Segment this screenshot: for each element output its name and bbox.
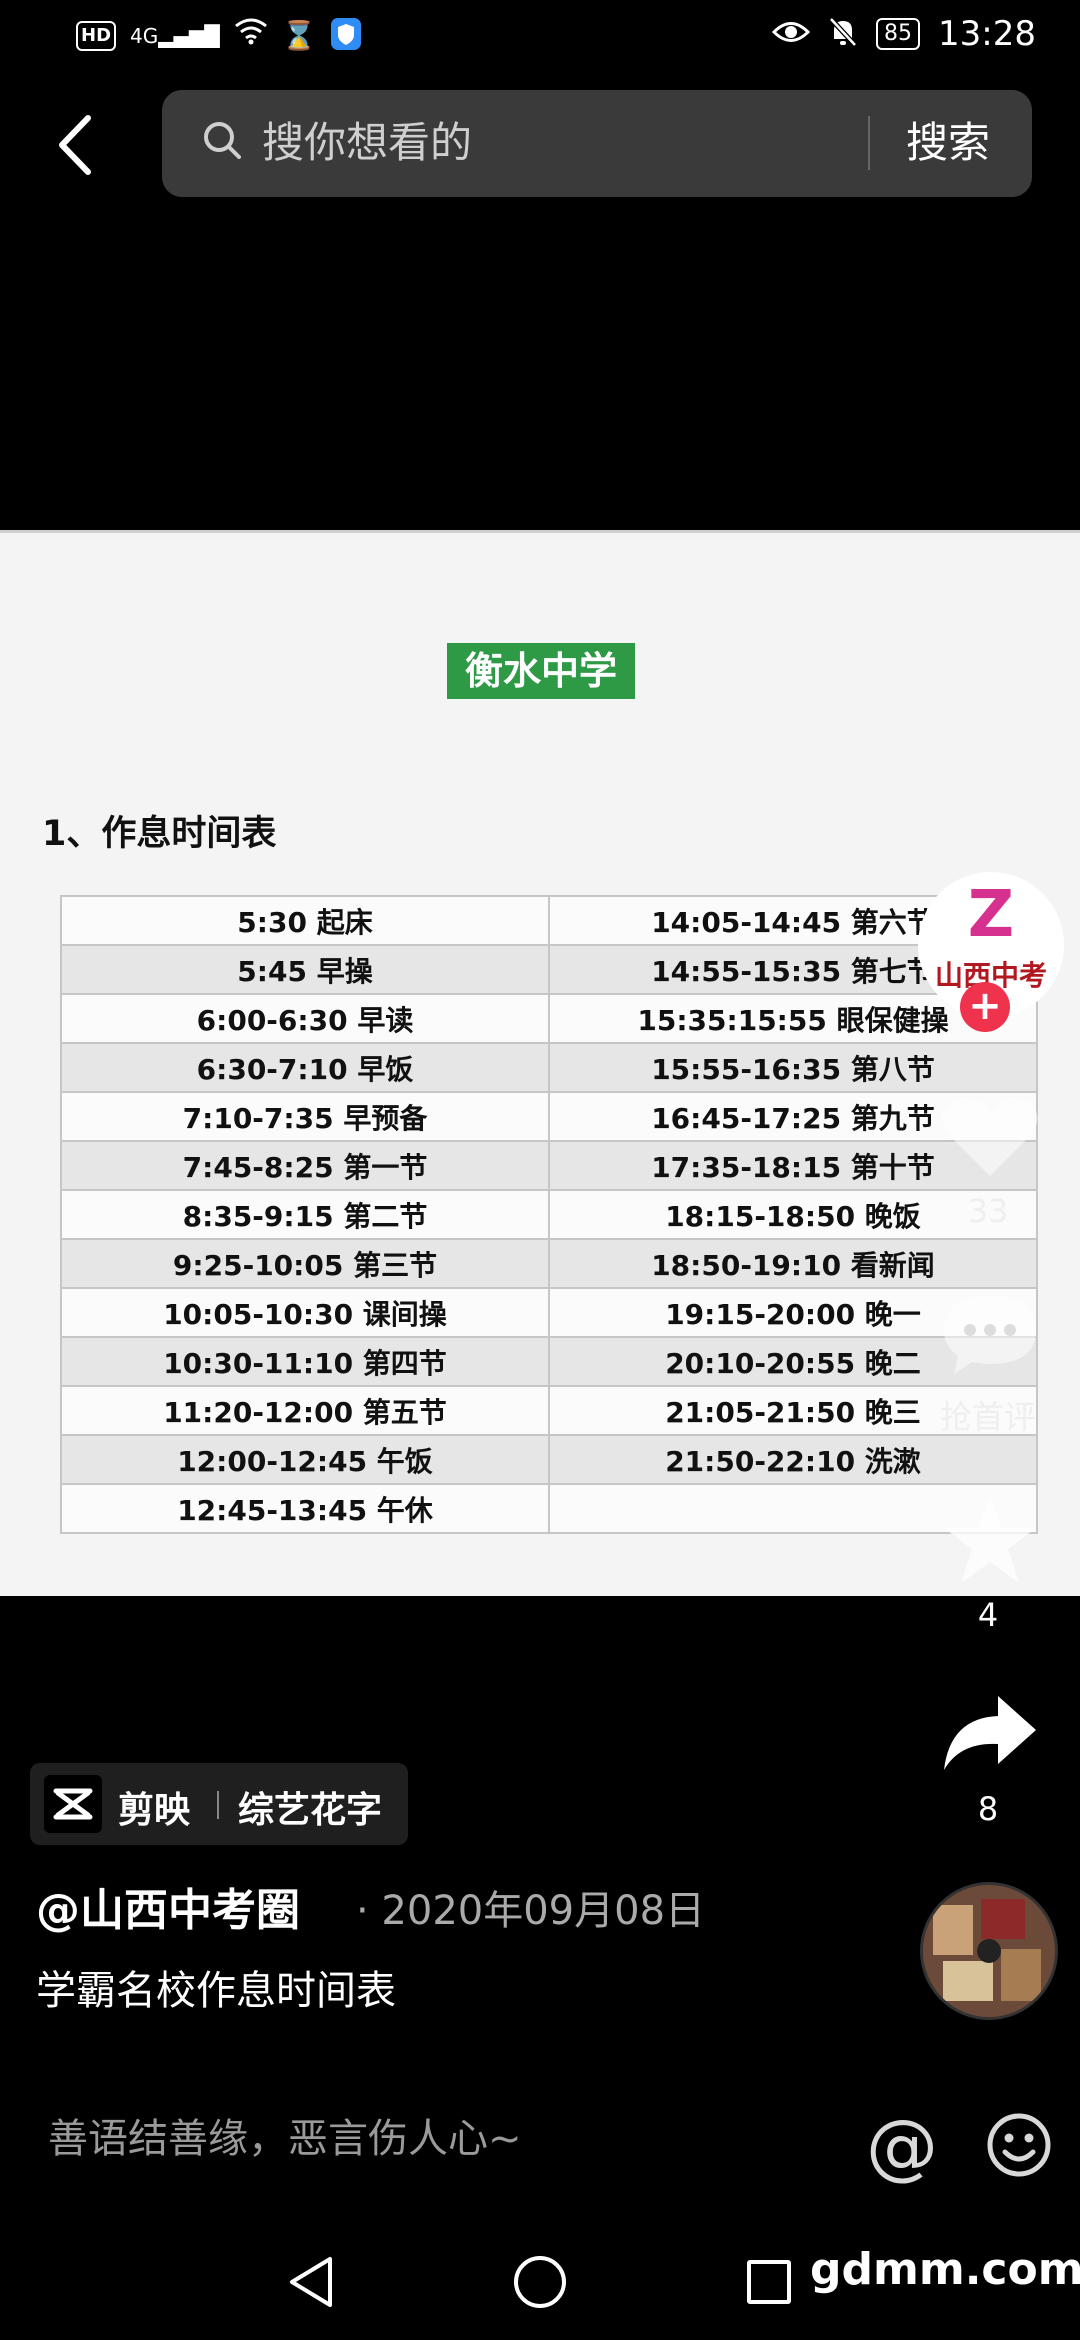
like-count: 33 [967,1192,1009,1230]
triangle-back-icon [290,2257,332,2307]
schedule-cell-morning: 9:25-10:05 第三节 [60,1238,550,1289]
schedule-cell-morning: 12:45-13:45 午休 [60,1483,550,1534]
schedule-table: 5:30 起床 14:05-14:45 第六节 5:45 早操 14:55-15:35… [60,895,1038,1534]
nav-back-button[interactable] [288,2255,336,2309]
comment-bubble-icon [944,1296,1036,1374]
schedule-cell-morning: 8:35-9:15 第二节 [60,1189,550,1240]
emoji-button[interactable] [986,2112,1052,2178]
watermark: gdmm.com [810,2244,1080,2295]
section-heading: 1、作息时间表 [42,814,277,854]
comment-label: 抢首评 [939,1398,1036,1436]
schedule-cell-morning: 7:45-8:25 第一节 [60,1140,550,1191]
table-row: 12:45-13:45 午休 [60,1483,1038,1534]
schedule-cell-morning: 7:10-7:35 早预备 [60,1091,550,1142]
back-arrow-icon [59,115,91,175]
table-row: 5:45 早操 14:55-15:35 第七节 [60,944,1038,995]
status-left: HD 4G▂▄▆█ ⌛ [76,16,361,56]
table-row: 10:05-10:30 课间操 19:15-20:00 晚一 [60,1287,1038,1338]
tag-style-name: 综艺花字 [238,1790,383,1831]
battery-level: 85 [876,18,921,50]
schedule-cell-afternoon: 15:55-16:35 第八节 [548,1042,1038,1093]
nav-home-button[interactable] [514,2256,566,2308]
network-type: 4G [130,24,159,48]
schedule-cell-afternoon: 21:50-22:10 洗漱 [548,1434,1038,1485]
post-date: · 2020年09月08日 [356,1888,706,1934]
security-shield-icon [330,18,361,54]
table-row: 6:00-6:30 早读 15:35:15:55 眼保健操 [60,993,1038,1044]
status-bar: HD 4G▂▄▆█ ⌛ 85 13:28 [0,0,1080,72]
schedule-cell-morning: 6:00-6:30 早读 [60,993,550,1044]
school-title: 衡水中学 [447,643,635,699]
author-name[interactable]: @山西中考圈 [36,1874,300,1938]
hd-badge: HD [76,21,117,51]
nav-recents-button[interactable] [747,2260,791,2304]
share-button[interactable] [940,1690,1040,1774]
tag-app-name: 剪映 [118,1790,191,1831]
heart-icon [942,1097,1038,1176]
schedule-cell-morning: 12:00-12:45 午饭 [60,1434,550,1485]
signal-icon: 4G▂▄▆█ [130,16,220,56]
wifi-icon [234,16,268,56]
schedule-cell-morning: 11:20-12:00 第五节 [60,1385,550,1436]
favorite-count: 4 [977,1596,999,1634]
capcut-tag[interactable]: 剪映 综艺花字 [30,1763,408,1845]
schedule-cell-morning: 10:30-11:10 第四节 [60,1336,550,1387]
table-row: 6:30-7:10 早饭 15:55-16:35 第八节 [60,1042,1038,1093]
table-row: 7:45-8:25 第一节 17:35-18:15 第十节 [60,1140,1038,1191]
back-button[interactable] [50,110,110,180]
mute-bell-icon [828,16,858,52]
signal-bars-icon: ▂▄▆█ [158,24,220,48]
table-row: 8:35-9:15 第二节 18:15-18:50 晚饭 [60,1189,1038,1240]
star-icon [944,1496,1036,1583]
table-row: 5:30 起床 14:05-14:45 第六节 [60,895,1038,946]
follow-button[interactable]: + [960,982,1010,1032]
search-divider [868,116,870,170]
hourglass-icon: ⌛ [281,19,317,52]
table-row: 11:20-12:00 第五节 21:05-21:50 晚三 [60,1385,1038,1436]
comment-button[interactable] [940,1292,1040,1376]
schedule-cell-morning: 10:05-10:30 课间操 [60,1287,550,1338]
share-count: 8 [977,1790,999,1828]
table-row: 9:25-10:05 第三节 18:50-19:10 看新闻 [60,1238,1038,1289]
schedule-cell-afternoon: 18:50-19:10 看新闻 [548,1238,1038,1289]
music-disc-avatar[interactable] [920,1882,1058,2020]
tag-separator [217,1791,219,1819]
like-button[interactable] [940,1092,1040,1182]
search-icon [202,120,242,160]
clock: 13:28 [938,14,1036,54]
favorite-button[interactable] [942,1494,1038,1586]
table-row: 12:00-12:45 午饭 21:50-22:10 洗漱 [60,1434,1038,1485]
schedule-cell-morning: 5:45 早操 [60,944,550,995]
schedule-cell-morning: 6:30-7:10 早饭 [60,1042,550,1093]
share-arrow-icon [944,1696,1036,1770]
table-row: 7:10-7:35 早预备 16:45-17:25 第九节 [60,1091,1038,1142]
smiley-icon [987,2113,1051,2177]
mention-button[interactable]: @ [866,2106,938,2186]
video-player[interactable]: 衡水中学 1、作息时间表 5:30 起床 14:05-14:45 第六节 5:45 … [0,530,1080,1596]
comment-input[interactable]: 善语结善缘，恶言伤人心~ [48,2106,522,2164]
table-row: 10:30-11:10 第四节 20:10-20:55 晚二 [60,1336,1038,1387]
schedule-cell-morning: 5:30 起床 [60,895,550,946]
search-input[interactable]: 搜你想看的 [262,114,472,172]
search-bar[interactable]: 搜你想看的 搜索 [162,90,1032,197]
status-right: 85 13:28 [771,14,1036,54]
logo-mark: Z [967,878,1015,952]
eye-icon [771,19,811,49]
capcut-logo-icon [44,1775,102,1833]
search-button[interactable]: 搜索 [906,114,990,172]
video-caption: 学霸名校作息时间表 [36,1968,396,2014]
